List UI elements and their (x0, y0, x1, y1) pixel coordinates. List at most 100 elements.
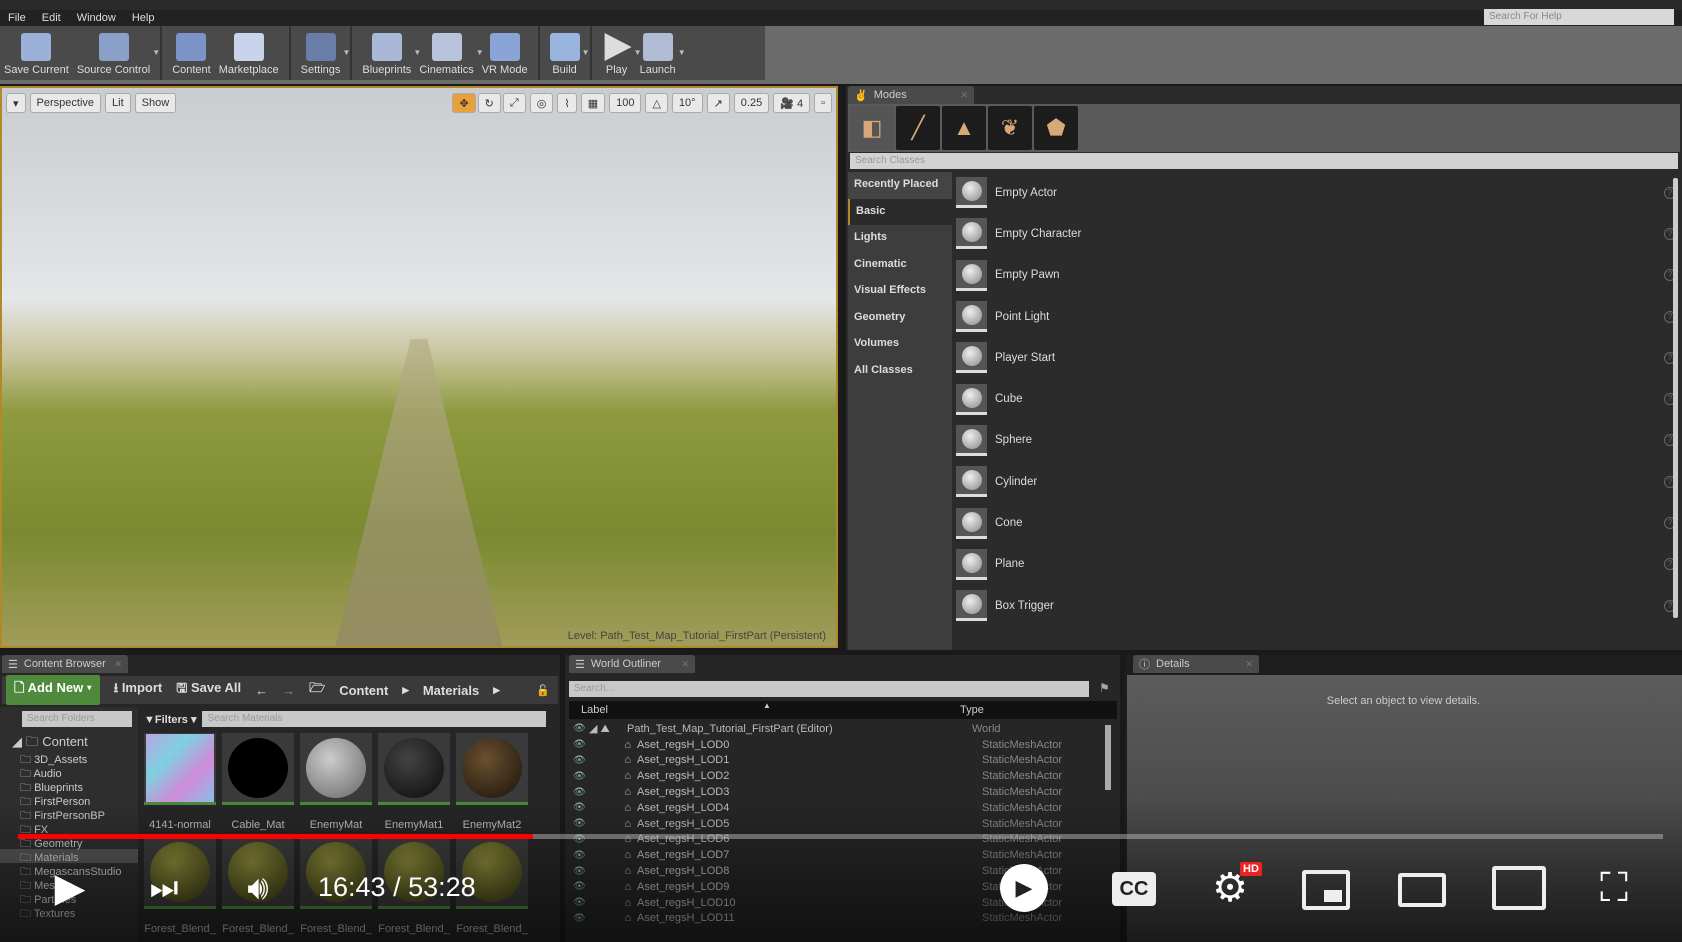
marketplace-button[interactable]: Marketplace (215, 26, 283, 80)
place-mode-icon[interactable]: ◧ (850, 106, 894, 150)
build-button[interactable]: Build ▼ (546, 26, 590, 80)
class-item[interactable]: Cube? (956, 378, 1676, 419)
class-item[interactable]: Sphere? (956, 420, 1676, 461)
play-button[interactable]: Play ▼ (598, 26, 642, 80)
class-item[interactable]: Empty Actor? (956, 172, 1676, 213)
show-button[interactable]: Show (134, 93, 177, 113)
category-volumes[interactable]: Volumes (848, 331, 952, 358)
outliner-row[interactable]: 👁 ⌂ Aset_regsH_LOD2 StaticMeshActor (569, 768, 1089, 784)
content-button[interactable]: Content (168, 26, 215, 80)
class-item[interactable]: Cylinder? (956, 461, 1676, 502)
cinematics-button[interactable]: Cinematics ▼ (415, 26, 484, 80)
breadcrumb-materials[interactable]: Materials (423, 683, 479, 698)
rotation-snap-icon[interactable]: △ (645, 93, 668, 113)
visibility-eye-icon[interactable]: 👁 (569, 723, 589, 734)
scrollbar[interactable] (1105, 725, 1111, 790)
rotate-icon[interactable]: ↻ (477, 93, 501, 113)
perspective-button[interactable]: Perspective (29, 93, 102, 113)
breadcrumb-content[interactable]: Content (339, 683, 388, 698)
captions-button[interactable]: CC (1112, 872, 1156, 906)
maximize-viewport-icon[interactable]: ▫ (814, 93, 832, 113)
visibility-eye-icon[interactable]: 👁 (569, 787, 589, 798)
tab-details[interactable]: ⓘ Details ✕ (1133, 655, 1259, 673)
foliage-mode-icon[interactable]: ❦ (988, 106, 1032, 150)
paint-mode-icon[interactable]: ╱ (896, 106, 940, 150)
menu-help[interactable]: Help (124, 12, 163, 24)
landscape-mode-icon[interactable]: ▲ (942, 106, 986, 150)
blueprints-button[interactable]: Blueprints ▼ (358, 26, 421, 80)
category-geometry[interactable]: Geometry (848, 305, 952, 332)
column-type[interactable]: Type (960, 704, 984, 716)
class-item[interactable]: Empty Pawn? (956, 255, 1676, 296)
outliner-row[interactable]: 👁 ⌂ Aset_regsH_LOD1 StaticMeshActor (569, 753, 1089, 769)
theater-mode-icon[interactable] (1398, 873, 1446, 907)
folder-item[interactable]: 🗀 Blueprints (0, 779, 138, 794)
scrollbar[interactable] (1673, 178, 1678, 618)
class-item[interactable]: Empty Character? (956, 213, 1676, 254)
world-space-icon[interactable]: ◎ (529, 93, 554, 113)
folder-content[interactable]: ◢ 🗀 Content (0, 733, 138, 751)
menu-window[interactable]: Window (69, 12, 124, 24)
outliner-search-input[interactable]: Search... (569, 681, 1089, 697)
grid-snap-icon[interactable]: ▦ (580, 93, 606, 113)
video-progress-bar[interactable] (18, 834, 1663, 839)
rotation-snap-value[interactable]: 10° (671, 93, 703, 113)
back-icon[interactable]: ← (255, 683, 268, 698)
search-materials-input[interactable]: Search Materials (202, 711, 546, 727)
lock-icon[interactable]: 🔓 (536, 684, 550, 697)
category-cinematic[interactable]: Cinematic (848, 252, 952, 279)
outliner-row[interactable]: 👁 ◢ ⛰ Path_Test_Map_Tutorial_FirstPart (Ed… (569, 721, 1089, 737)
class-item[interactable]: Cone? (956, 502, 1676, 543)
view-options-icon[interactable]: ⚑ (1099, 681, 1110, 695)
menu-edit[interactable]: Edit (34, 12, 69, 24)
tab-content-browser[interactable]: ☰ Content Browser ✕ (2, 655, 128, 673)
autoplay-toggle[interactable]: ▶ (1000, 864, 1048, 912)
airplay-icon[interactable] (1492, 866, 1546, 910)
help-search-input[interactable]: Search For Help (1484, 9, 1674, 25)
outliner-row[interactable]: 👁 ⌂ Aset_regsH_LOD3 StaticMeshActor (569, 784, 1089, 800)
visibility-eye-icon[interactable]: 👁 (569, 755, 589, 766)
class-item[interactable]: Player Start? (956, 337, 1676, 378)
outliner-row[interactable]: 👁 ⌂ Aset_regsH_LOD0 StaticMeshActor (569, 737, 1089, 753)
scale-snap-value[interactable]: 0.25 (733, 93, 770, 113)
camera-speed-button[interactable]: 🎥 4 (773, 93, 811, 113)
category-recently-placed[interactable]: Recently Placed (848, 172, 952, 199)
launch-button[interactable]: Launch ▼ (636, 26, 686, 80)
category-lights[interactable]: Lights (848, 225, 952, 252)
column-label[interactable]: Label (581, 704, 608, 716)
translate-icon[interactable]: ✥ (452, 93, 476, 113)
import-button[interactable]: ⭳ Import (114, 679, 163, 701)
class-item[interactable]: Box Trigger? (956, 585, 1676, 626)
folder-item[interactable]: 🗀 3D_Assets (0, 751, 138, 766)
viewport-options-dropdown[interactable]: ▾ (6, 93, 26, 113)
grid-snap-value[interactable]: 100 (609, 93, 642, 113)
save-current-button[interactable]: Save Current (0, 26, 73, 80)
filters-button[interactable]: ▼Filters ▾ (144, 713, 196, 726)
tab-modes[interactable]: ✌ Modes ✕ (848, 86, 974, 104)
fullscreen-icon[interactable]: ⛶ (1590, 866, 1638, 910)
chevron-right-icon[interactable]: ▸ (493, 682, 500, 698)
category-visual-effects[interactable]: Visual Effects (848, 278, 952, 305)
add-new-button[interactable]: 🗋 Add New ▾ (6, 675, 100, 705)
close-icon[interactable]: ✕ (1245, 659, 1253, 670)
vr-mode-button[interactable]: VR Mode (478, 26, 532, 80)
scale-icon[interactable]: ⤢ (502, 93, 526, 113)
visibility-eye-icon[interactable]: 👁 (569, 771, 589, 782)
scale-snap-icon[interactable]: ↗ (706, 93, 730, 113)
surface-snap-icon[interactable]: ⌇ (557, 93, 577, 113)
close-icon[interactable]: ✕ (114, 659, 122, 670)
level-viewport[interactable]: ▾ Perspective Lit Show ✥ ↻ ⤢ ◎ ⌇ ▦ 100 △… (0, 86, 838, 648)
forward-icon[interactable]: → (282, 683, 295, 698)
volume-icon[interactable]: 🔊︎ (236, 866, 280, 910)
settings-button[interactable]: Settings ▼ (297, 26, 350, 80)
next-video-icon[interactable]: ⏭ (142, 866, 186, 910)
tab-world-outliner[interactable]: ☰ World Outliner ✕ (569, 655, 695, 673)
geometry-mode-icon[interactable]: ⬟ (1034, 106, 1078, 150)
menu-file[interactable]: File (0, 12, 34, 24)
category-basic[interactable]: Basic (848, 198, 952, 225)
search-classes-input[interactable]: Search Classes (850, 153, 1678, 169)
close-icon[interactable]: ✕ (681, 659, 689, 670)
miniplayer-icon[interactable] (1302, 870, 1350, 910)
source-control-button[interactable]: Source Control ▼ (73, 26, 160, 80)
search-folders-input[interactable]: Search Folders (22, 711, 132, 727)
